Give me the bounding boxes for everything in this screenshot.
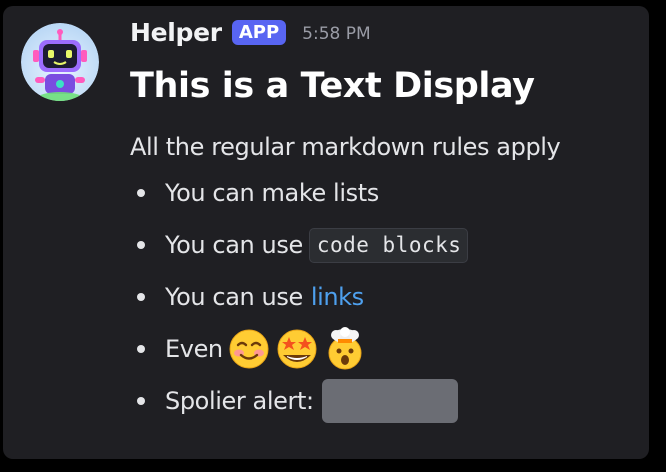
robot-avatar-icon xyxy=(21,23,99,101)
list-item-text: Spolier alert: xyxy=(165,387,314,415)
list-item: Spolier alert: xyxy=(130,375,639,427)
star-struck-icon[interactable] xyxy=(275,327,319,371)
bullet-list: You can make lists You can use code bloc… xyxy=(130,167,639,427)
list-item: You can use code blocks xyxy=(130,219,639,271)
list-item-text: Even xyxy=(165,335,223,363)
inline-code: code blocks xyxy=(308,227,469,263)
message-header: Helper APP 5:58 PM xyxy=(130,14,639,50)
message-card: Helper APP 5:58 PM This is a Text Displa… xyxy=(3,6,649,459)
bullet-dot xyxy=(137,293,145,301)
list-item-text: You can use xyxy=(165,283,303,311)
app-badge: APP xyxy=(231,19,287,45)
smiling-face-with-blush-icon[interactable] xyxy=(227,327,271,371)
exploding-head-icon[interactable] xyxy=(323,327,367,371)
list-item: You can use links xyxy=(130,271,639,323)
bullet-dot xyxy=(137,189,145,197)
spoiler-block[interactable] xyxy=(321,379,458,423)
list-item: Even xyxy=(130,323,639,375)
inline-link[interactable]: links xyxy=(311,281,364,313)
avatar[interactable] xyxy=(21,23,99,101)
message-content: Helper APP 5:58 PM This is a Text Displa… xyxy=(130,14,639,427)
intro-text: All the regular markdown rules apply xyxy=(130,133,561,161)
bullet-dot xyxy=(137,241,145,249)
text-display-heading: This is a Text Display xyxy=(130,66,535,106)
list-item-text: You can make lists xyxy=(165,179,379,207)
bullet-dot xyxy=(137,397,145,405)
bullet-dot xyxy=(137,345,145,353)
author-name[interactable]: Helper xyxy=(130,18,222,47)
timestamp[interactable]: 5:58 PM xyxy=(302,24,371,44)
list-item: You can make lists xyxy=(130,167,639,219)
list-item-text: You can use xyxy=(165,231,303,259)
